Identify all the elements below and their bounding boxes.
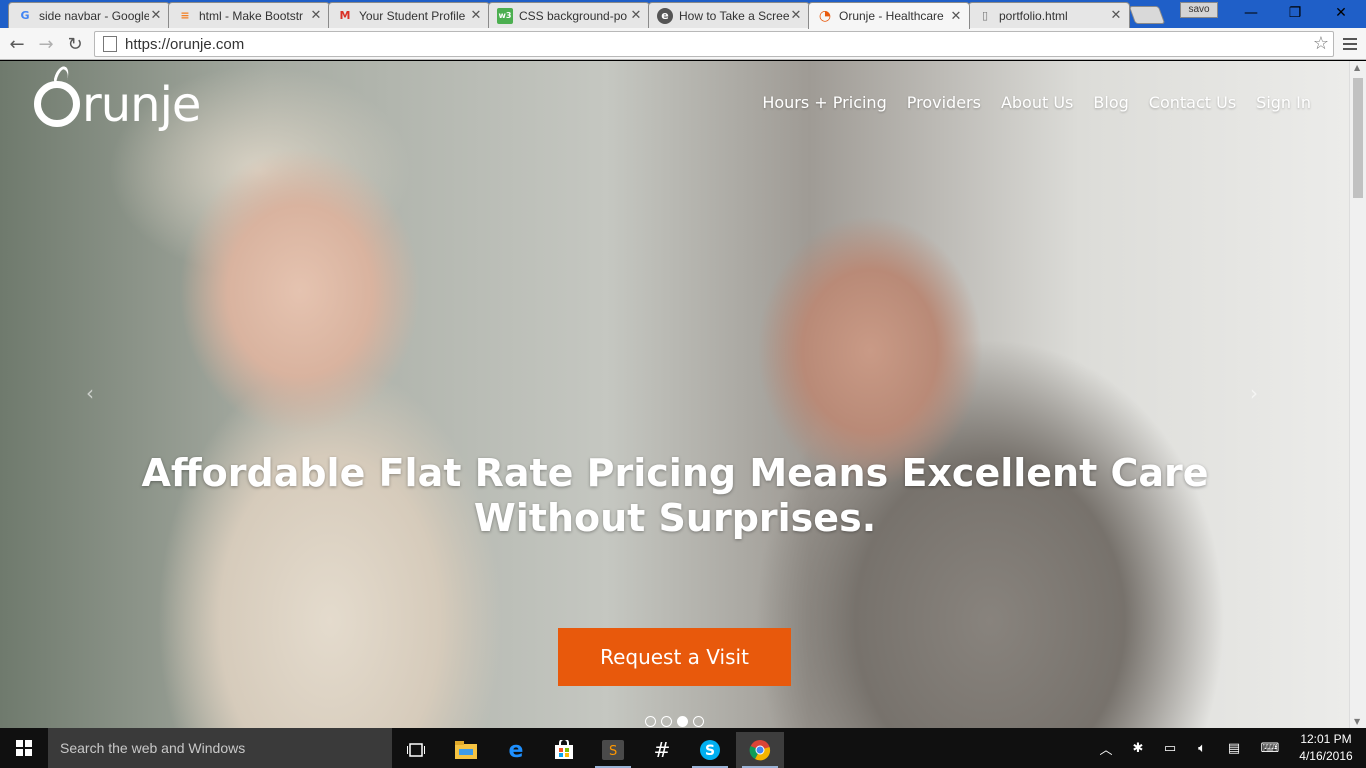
restore-icon[interactable]: ❐ [1272, 0, 1318, 26]
svg-text:S: S [705, 743, 715, 759]
nav-hours-pricing[interactable]: Hours + Pricing [762, 93, 886, 112]
windows-logo-icon [16, 740, 32, 756]
store-icon[interactable] [540, 732, 588, 768]
chrome-menu-icon[interactable] [1340, 32, 1360, 56]
scroll-down-icon[interactable]: ▼ [1354, 717, 1360, 726]
nav-contact-us[interactable]: Contact Us [1149, 93, 1236, 112]
forward-arrow-icon[interactable]: → [34, 32, 58, 56]
file-explorer-icon[interactable] [442, 732, 490, 768]
tray-chevron-icon[interactable]: ︿ [1096, 728, 1116, 768]
browser-tab[interactable]: M Your Student Profile ✕ [328, 2, 490, 28]
volume-icon[interactable]: 🔈︎ [1190, 728, 1214, 768]
carousel-prev-icon[interactable]: ‹ [86, 381, 94, 405]
file-icon: ▯ [981, 9, 989, 22]
gmail-icon: M [339, 9, 351, 22]
chrome-icon[interactable] [736, 732, 784, 768]
close-tab-icon[interactable]: ✕ [469, 8, 483, 23]
browser-tab-active[interactable]: ◔ Orunje - Healthcare ✕ [808, 2, 970, 29]
page-icon [103, 36, 117, 52]
action-center-icon[interactable]: ▤ [1222, 728, 1246, 768]
carousel-indicators [645, 716, 704, 727]
close-window-icon[interactable]: ✕ [1318, 0, 1364, 26]
tab-title: html - Make Bootstr [199, 8, 304, 23]
carousel-dot[interactable] [661, 716, 672, 727]
logo-text: runje [82, 77, 201, 133]
carousel-dot[interactable] [693, 716, 704, 727]
svg-text:S: S [609, 744, 617, 759]
new-tab-button[interactable] [1128, 6, 1166, 24]
clock-date: 4/16/2016 [1299, 749, 1353, 763]
browser-tab[interactable]: w3 CSS background-po ✕ [488, 2, 650, 28]
carousel-dot[interactable] [645, 716, 656, 727]
reload-icon[interactable]: ↻ [63, 32, 87, 56]
browser-tab[interactable]: e How to Take a Scree ✕ [648, 2, 810, 28]
start-button[interactable] [0, 728, 48, 768]
clock-time: 12:01 PM [1300, 732, 1352, 746]
carousel-dot-active[interactable] [677, 716, 688, 727]
google-g-icon: G [20, 9, 30, 22]
keyboard-icon[interactable]: ⌨︎ [1254, 728, 1286, 768]
scroll-up-icon[interactable]: ▲ [1354, 63, 1360, 72]
task-view-icon[interactable] [392, 732, 440, 768]
profile-badge[interactable]: savo [1180, 2, 1218, 18]
close-tab-icon[interactable]: ✕ [949, 9, 963, 24]
bookmark-star-icon[interactable]: ☆ [1313, 33, 1329, 54]
orange-logo-icon [34, 81, 80, 127]
nav-about-us[interactable]: About Us [1001, 93, 1073, 112]
nav-providers[interactable]: Providers [907, 93, 981, 112]
request-visit-button[interactable]: Request a Visit [558, 628, 791, 686]
browser-tab[interactable]: ▯ portfolio.html ✕ [968, 2, 1130, 28]
skype-icon[interactable]: S [686, 732, 734, 768]
system-clock[interactable]: 12:01 PM 4/16/2016 [1296, 731, 1356, 765]
sublime-text-icon[interactable]: S [589, 732, 637, 768]
nav-blog[interactable]: Blog [1093, 93, 1128, 112]
tab-title: Orunje - Healthcare [839, 9, 944, 23]
nav-sign-in[interactable]: Sign In [1256, 93, 1311, 112]
close-tab-icon[interactable]: ✕ [789, 8, 803, 23]
battery-icon[interactable]: ▭ [1158, 728, 1182, 768]
edge-icon[interactable]: e [492, 732, 540, 768]
w3schools-icon: w3 [497, 7, 513, 24]
tab-title: CSS background-po [519, 8, 628, 23]
howto-icon: e [657, 7, 673, 24]
scroll-thumb[interactable] [1353, 78, 1363, 198]
minimize-icon[interactable]: — [1228, 0, 1274, 26]
url-text[interactable]: https://orunje.com [125, 36, 244, 53]
tab-title: portfolio.html [999, 8, 1068, 23]
carousel-next-icon[interactable]: › [1250, 381, 1258, 405]
slack-tray-icon[interactable]: ✱ [1126, 728, 1150, 768]
browser-toolbar: ← → ↻ https://orunje.com ☆ [0, 28, 1366, 60]
browser-tab[interactable]: G side navbar - Google ✕ [8, 2, 170, 28]
tab-strip: G side navbar - Google ✕ ≡ html - Make B… [0, 0, 1366, 29]
tab-title: Your Student Profile [359, 8, 466, 23]
hero-carousel: runje Hours + Pricing Providers About Us… [0, 61, 1349, 728]
close-tab-icon[interactable]: ✕ [629, 8, 643, 23]
slack-icon[interactable]: # [638, 732, 686, 768]
tab-title: side navbar - Google [39, 8, 149, 23]
stackoverflow-icon: ≡ [180, 9, 190, 22]
close-tab-icon[interactable]: ✕ [1109, 8, 1123, 23]
main-nav: Hours + Pricing Providers About Us Blog … [762, 93, 1311, 112]
taskbar: Search the web and Windows e S # S ︿ ✱ ▭… [0, 728, 1366, 768]
close-tab-icon[interactable]: ✕ [149, 8, 163, 23]
page-scrollbar[interactable]: ▲ ▼ [1349, 61, 1366, 728]
close-tab-icon[interactable]: ✕ [309, 8, 323, 23]
hero-headline: Affordable Flat Rate Pricing Means Excel… [141, 451, 1209, 540]
browser-tab[interactable]: ≡ html - Make Bootstr ✕ [168, 2, 330, 28]
address-bar[interactable]: https://orunje.com ☆ [94, 31, 1334, 57]
orunje-logo[interactable]: runje [34, 77, 201, 133]
tab-title: How to Take a Scree [679, 8, 789, 23]
orunje-icon: ◔ [818, 8, 832, 24]
taskbar-search[interactable]: Search the web and Windows [48, 728, 392, 768]
back-arrow-icon[interactable]: ← [5, 32, 29, 56]
